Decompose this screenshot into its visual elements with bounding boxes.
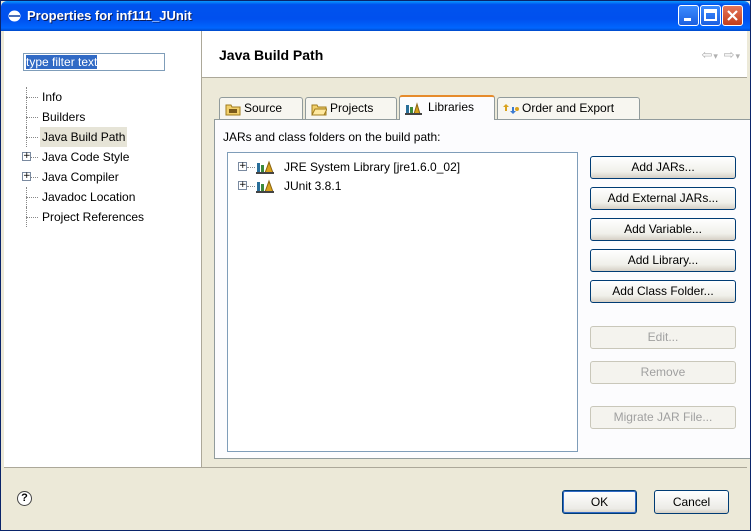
forward-arrow-icon[interactable]: ⇨ (724, 47, 736, 62)
expand-icon[interactable]: + (238, 162, 247, 171)
tree-item-label: Builders (42, 110, 86, 124)
tree-connector (247, 167, 255, 168)
tab-source[interactable]: Source (219, 97, 303, 119)
libraries-caption: JARs and class folders on the build path… (223, 130, 441, 144)
close-button[interactable] (722, 5, 743, 26)
tab-libraries[interactable]: Libraries (399, 95, 495, 120)
add-external-jars-button[interactable]: Add External JARs... (590, 187, 736, 210)
tab-order-and-export[interactable]: Order and Export (497, 97, 640, 119)
property-page-navigator: type filter text Info Builders Java Build … (4, 31, 202, 467)
tree-connector (26, 197, 38, 198)
ok-button[interactable]: OK (562, 490, 637, 514)
minimize-icon (684, 18, 691, 21)
maximize-icon (704, 9, 717, 21)
library-label: JRE System Library [jre1.6.0_02] (284, 160, 461, 174)
tab-label: Order and Export (522, 101, 615, 115)
projects-folder-icon (311, 104, 327, 116)
tree-connector (31, 177, 38, 178)
add-variable-button[interactable]: Add Variable... (590, 218, 736, 241)
libraries-icon (405, 102, 422, 115)
tree-connector (247, 186, 255, 187)
tree-item-label: Java Code Style (42, 150, 130, 164)
expand-icon[interactable]: + (238, 181, 247, 190)
libraries-panel: JARs and class folders on the build path… (214, 119, 750, 459)
back-arrow-icon[interactable]: ⇦ (702, 47, 714, 62)
tree-connector (31, 157, 38, 158)
expand-icon[interactable]: + (22, 152, 31, 161)
cancel-button[interactable]: Cancel (654, 490, 729, 514)
tree-item-label: Java Build Path (40, 127, 128, 147)
dialog-footer: ? OK Cancel (4, 467, 747, 529)
tree-item-label: Java Compiler (42, 170, 119, 184)
order-export-icon (503, 104, 519, 114)
filter-text: type filter text (26, 55, 98, 69)
add-class-folder-button[interactable]: Add Class Folder... (590, 280, 736, 303)
tree-item-label: Info (42, 90, 63, 104)
minimize-button[interactable] (678, 5, 699, 26)
forward-dropdown-icon[interactable]: ▾ (735, 51, 741, 61)
libraries-tree[interactable]: + JRE System Library [jre1.6.0_02] + JUnit … (227, 152, 578, 452)
library-label: JUnit 3.8.1 (284, 179, 342, 193)
tree-connector (26, 137, 38, 138)
library-icon (256, 160, 274, 174)
add-library-button[interactable]: Add Library... (590, 249, 736, 272)
migrate-jar-file-button[interactable]: Migrate JAR File... (590, 406, 736, 429)
library-icon (256, 179, 274, 193)
dialog-client-area: type filter text Info Builders Java Build … (4, 31, 750, 529)
tab-label: Source (244, 101, 283, 115)
remove-button[interactable]: Remove (590, 361, 736, 384)
window-title: Properties for inf111_JUnit (27, 8, 192, 23)
edit-button[interactable]: Edit... (590, 326, 736, 349)
title-bar[interactable]: Properties for inf111_JUnit (1, 1, 750, 31)
tab-label: Libraries (428, 100, 475, 114)
maximize-button[interactable] (700, 5, 721, 26)
tab-projects[interactable]: Projects (305, 97, 397, 119)
back-dropdown-icon[interactable]: ▾ (713, 51, 719, 61)
source-folder-icon (225, 104, 241, 116)
filter-input[interactable]: type filter text (23, 53, 165, 71)
properties-dialog: Properties for inf111_JUnit type filter … (0, 0, 751, 531)
expand-icon[interactable]: + (22, 172, 31, 181)
tree-connector (26, 117, 38, 118)
close-icon (727, 10, 738, 21)
add-jars-button[interactable]: Add JARs... (590, 156, 736, 179)
page-header: Java Build Path ⇦▾ ⇨▾ (202, 31, 747, 78)
tree-item-label: Javadoc Location (42, 190, 136, 204)
tree-connector (26, 217, 38, 218)
tab-label: Projects (330, 101, 374, 115)
help-icon[interactable]: ? (17, 491, 32, 506)
property-page: Java Build Path ⇦▾ ⇨▾ Source Projects Li… (202, 31, 750, 467)
tree-item-label: Project References (42, 210, 145, 224)
history-nav: ⇦▾ ⇨▾ (702, 47, 742, 63)
page-title: Java Build Path (219, 47, 324, 63)
eclipse-properties-icon (8, 10, 21, 22)
tree-connector (26, 97, 38, 98)
